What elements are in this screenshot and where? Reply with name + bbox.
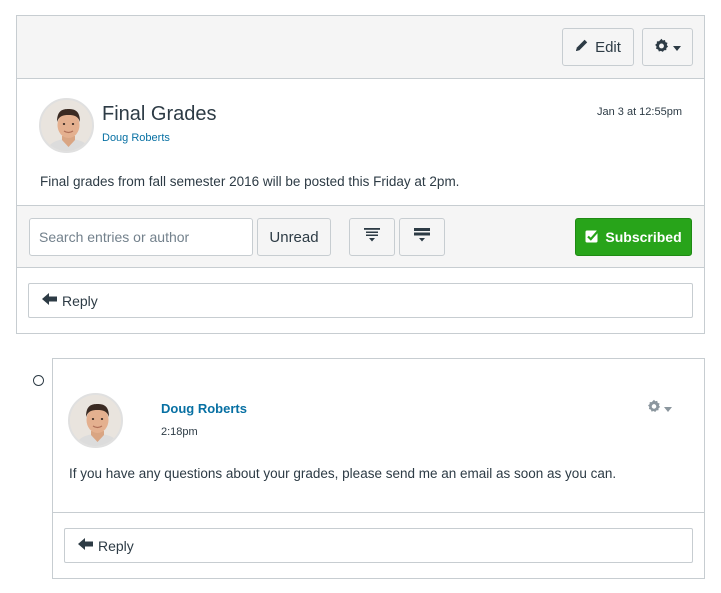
unread-indicator[interactable] <box>33 375 44 386</box>
topic-reply-button[interactable]: Reply <box>28 283 693 318</box>
edit-button[interactable]: Edit <box>562 28 634 66</box>
entry-reply-button[interactable]: Reply <box>64 528 693 563</box>
pencil-icon <box>575 38 589 56</box>
topic-message: Final grades from fall semester 2016 wil… <box>40 174 460 189</box>
entry-author-link[interactable]: Doug Roberts <box>161 401 247 416</box>
topic-toolbar: Edit <box>17 16 704 79</box>
topic-settings-button[interactable] <box>642 28 693 66</box>
edit-button-label: Edit <box>595 38 621 56</box>
reply-arrow-icon <box>78 537 94 554</box>
entry-time: 2:18pm <box>161 426 198 438</box>
entry-settings-button[interactable] <box>647 399 672 418</box>
chevron-down-icon <box>673 39 681 56</box>
avatar[interactable] <box>68 393 123 448</box>
discussion-entry: Doug Roberts 2:18pm If you have any ques… <box>52 358 705 579</box>
gear-icon <box>647 399 661 418</box>
topic-author-link[interactable]: Doug Roberts <box>102 132 170 144</box>
avatar[interactable] <box>39 98 94 153</box>
page-title: Final Grades <box>102 103 217 125</box>
collapse-all-icon <box>414 228 430 246</box>
reply-label: Reply <box>98 537 134 554</box>
discussion-topic: Edit Final Grades Doug Roberts Jan 3 at … <box>16 15 705 334</box>
topic-date: Jan 3 at 12:55pm <box>596 106 682 118</box>
expand-all-icon <box>364 228 380 246</box>
search-input[interactable] <box>29 218 253 256</box>
discussion-filter-bar: Unread Subscribed <box>17 205 704 268</box>
unread-button[interactable]: Unread <box>257 218 331 256</box>
chevron-down-icon <box>664 400 672 418</box>
checkbox-check-icon <box>585 229 600 246</box>
gear-icon <box>654 38 669 57</box>
entry-message: If you have any questions about your gra… <box>69 466 617 481</box>
collapse-all-button[interactable] <box>399 218 445 256</box>
reply-arrow-icon <box>42 292 58 309</box>
divider <box>53 512 704 513</box>
subscribed-label: Subscribed <box>605 229 682 245</box>
subscribed-button[interactable]: Subscribed <box>575 218 692 256</box>
expand-all-button[interactable] <box>349 218 395 256</box>
reply-label: Reply <box>62 292 98 309</box>
